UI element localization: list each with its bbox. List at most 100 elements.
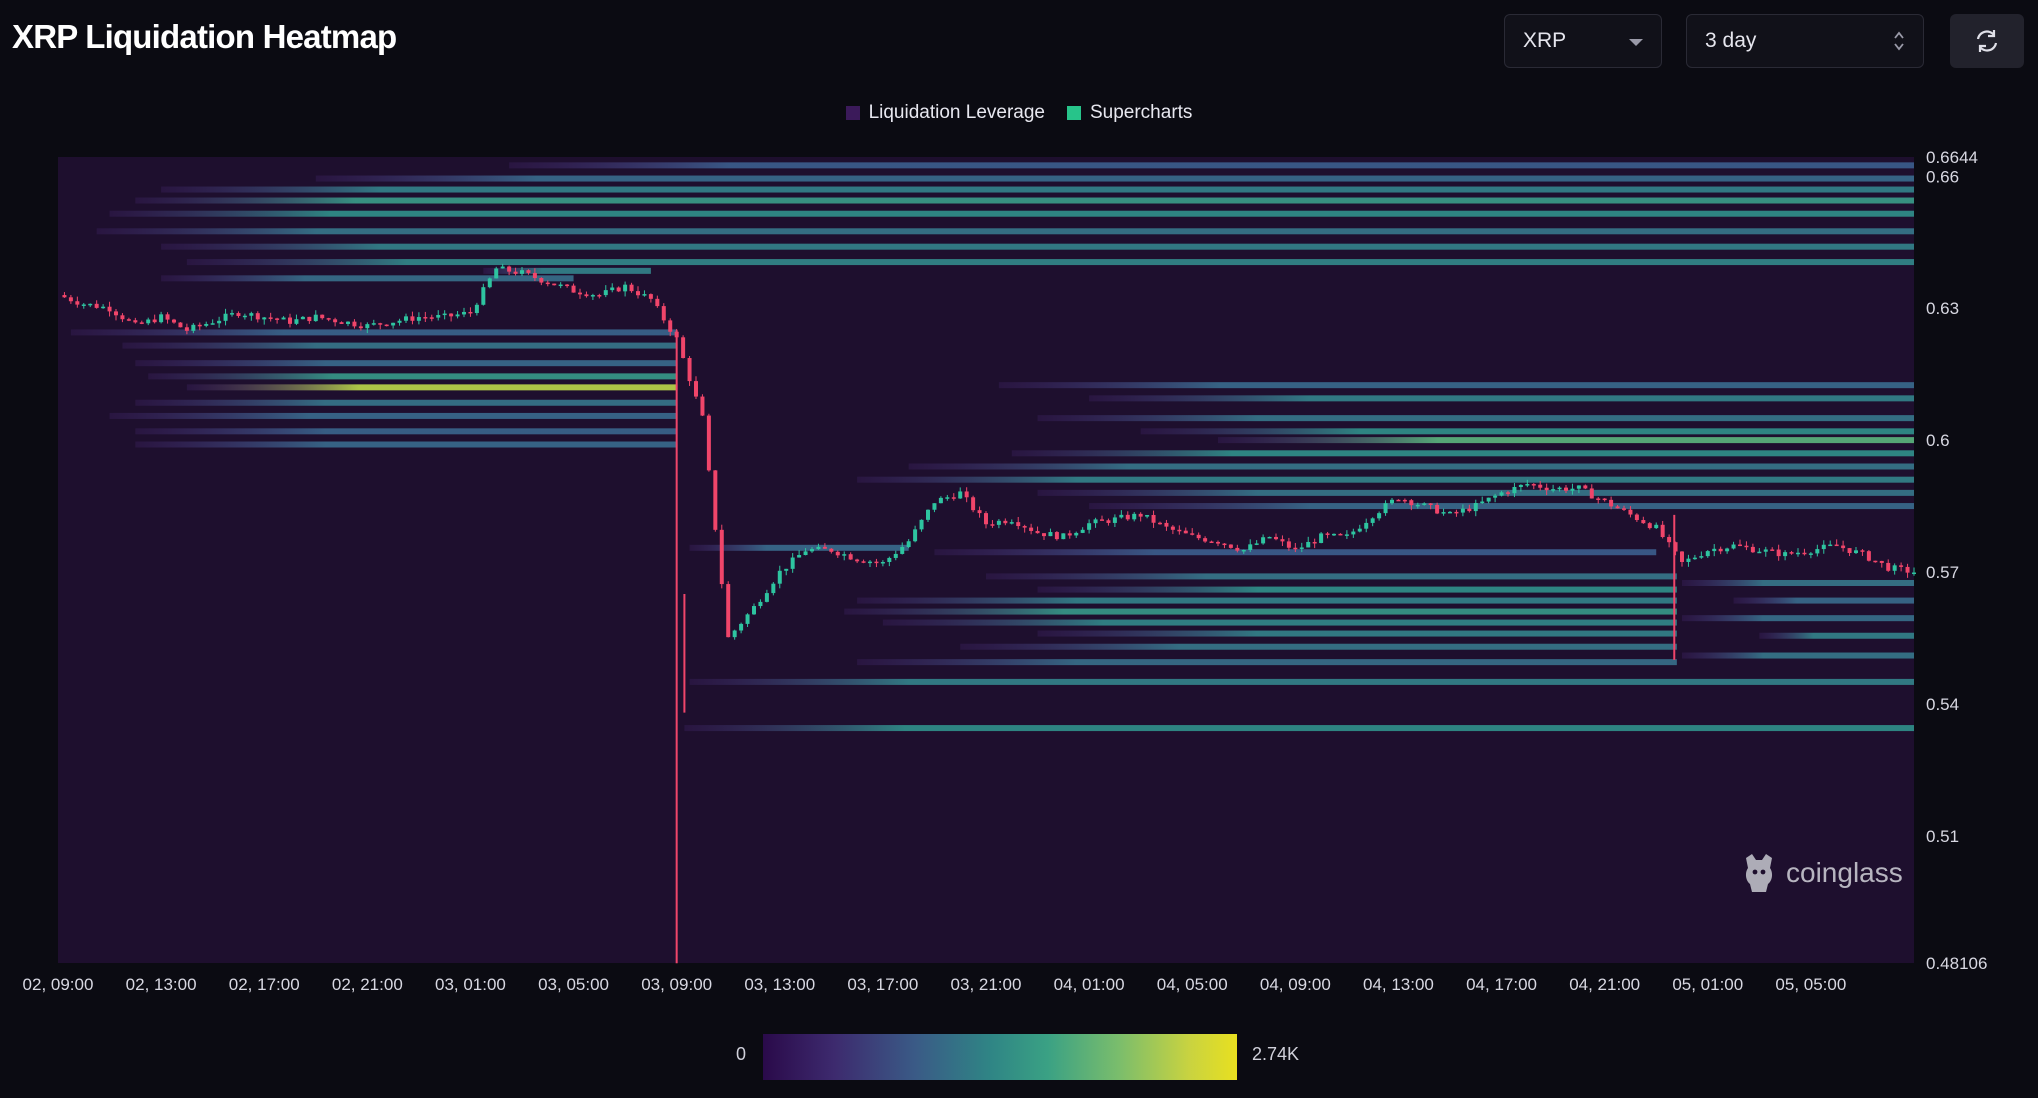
candle-body [1106, 520, 1111, 523]
candle-body [1757, 551, 1762, 554]
candle-body [713, 470, 718, 530]
liquidation-band [135, 441, 677, 448]
candle-body [1209, 541, 1214, 544]
candle-body [1370, 518, 1375, 523]
candle-body [1634, 514, 1639, 521]
candle-body [223, 313, 228, 321]
candle-body [172, 319, 176, 323]
x-tick-label: 05, 05:00 [1775, 975, 1846, 994]
candle-body [1074, 532, 1079, 536]
candle-body [1705, 551, 1710, 557]
candle-body [1821, 544, 1826, 550]
candle-body [1667, 537, 1672, 543]
candle-body [958, 491, 963, 499]
candle-body [1473, 503, 1478, 512]
candle-body [1029, 527, 1034, 531]
x-tick-label: 03, 01:00 [435, 975, 506, 994]
candle-body [1441, 512, 1446, 514]
candle-body [1847, 548, 1852, 554]
candle-body [1899, 565, 1904, 567]
candle-body [996, 520, 1001, 525]
candle-body [1718, 548, 1723, 552]
candle-body [242, 315, 247, 318]
candle-body [217, 320, 222, 324]
candle-body [1789, 552, 1794, 554]
candle-body [848, 554, 853, 560]
candle-body [1409, 500, 1414, 506]
candle-body [771, 583, 776, 594]
candle-body [1422, 503, 1427, 505]
candle-body [494, 268, 499, 279]
candle-body [371, 323, 376, 325]
candle-body [1067, 533, 1072, 536]
x-tick-label: 02, 21:00 [332, 975, 403, 994]
candle-body [694, 381, 698, 397]
candle-body [1261, 537, 1266, 544]
candle-body [1750, 546, 1755, 553]
candle-body [126, 319, 131, 321]
candle-body [326, 318, 331, 320]
candle-body [764, 593, 769, 602]
candle-body [262, 317, 267, 320]
candle-body [1564, 487, 1568, 491]
candle-body [1402, 499, 1407, 502]
candle-body [951, 497, 956, 499]
candle-body [1306, 541, 1311, 548]
x-tick-label: 05, 01:00 [1672, 975, 1743, 994]
candle-body [1415, 504, 1420, 507]
candle-body [468, 311, 473, 314]
x-tick-label: 04, 09:00 [1260, 975, 1331, 994]
candle-body [1828, 544, 1833, 547]
candle-body [1454, 511, 1459, 514]
candle-body [404, 316, 408, 321]
candle-body [1351, 531, 1356, 535]
candle-body [1647, 523, 1652, 529]
y-axis: 0.66440.66 0.63 0.6 0.57 0.54 0.51 0.48106 [1926, 148, 1987, 973]
liquidation-band [148, 373, 677, 380]
candle-body [1293, 547, 1298, 550]
candle-body [152, 319, 157, 323]
candle-body [565, 284, 570, 287]
x-tick-label: 03, 21:00 [951, 975, 1022, 994]
x-tick-label: 03, 17:00 [847, 975, 918, 994]
candle-body [648, 294, 653, 299]
candle-body [1428, 503, 1433, 505]
candle-body [752, 606, 756, 615]
candle-body [1016, 522, 1021, 527]
candle-body [1042, 533, 1046, 537]
candle-body [706, 415, 711, 471]
candle-body [1228, 544, 1233, 548]
candle-body [719, 529, 724, 585]
candle-body [1125, 514, 1130, 520]
candle-body [977, 510, 982, 514]
candle-body [101, 306, 106, 309]
candle-body [275, 318, 280, 320]
liquidation-band [844, 608, 1677, 615]
candle-body [1570, 488, 1575, 491]
candle-body [1100, 519, 1104, 521]
candle-body [880, 561, 885, 564]
candle-body [1892, 565, 1897, 571]
liquidation-band [857, 597, 1677, 604]
candle-body [745, 614, 750, 624]
candle-body [268, 317, 273, 319]
candle-body [539, 278, 544, 283]
candle-body [436, 315, 441, 318]
liquidation-band [998, 382, 1914, 389]
heatmap-chart[interactable]: 0.66440.66 0.63 0.6 0.57 0.54 0.51 0.48106 02,… [0, 0, 2038, 1010]
x-tick-label: 04, 13:00 [1363, 975, 1434, 994]
candle-body [584, 294, 589, 297]
candle-body [487, 278, 492, 288]
candle-body [784, 568, 789, 571]
x-tick-label: 04, 17:00 [1466, 975, 1537, 994]
candle-body [1879, 560, 1884, 563]
candle-body [230, 313, 234, 315]
candle-body [526, 270, 531, 273]
candle-body [906, 541, 911, 548]
candle-body [1557, 487, 1562, 490]
candle-body [1396, 499, 1401, 502]
y-tick-label: 0.6 [1926, 431, 1950, 450]
candle-body [62, 295, 67, 298]
candle-body [1712, 548, 1717, 552]
candle-body [900, 547, 905, 554]
